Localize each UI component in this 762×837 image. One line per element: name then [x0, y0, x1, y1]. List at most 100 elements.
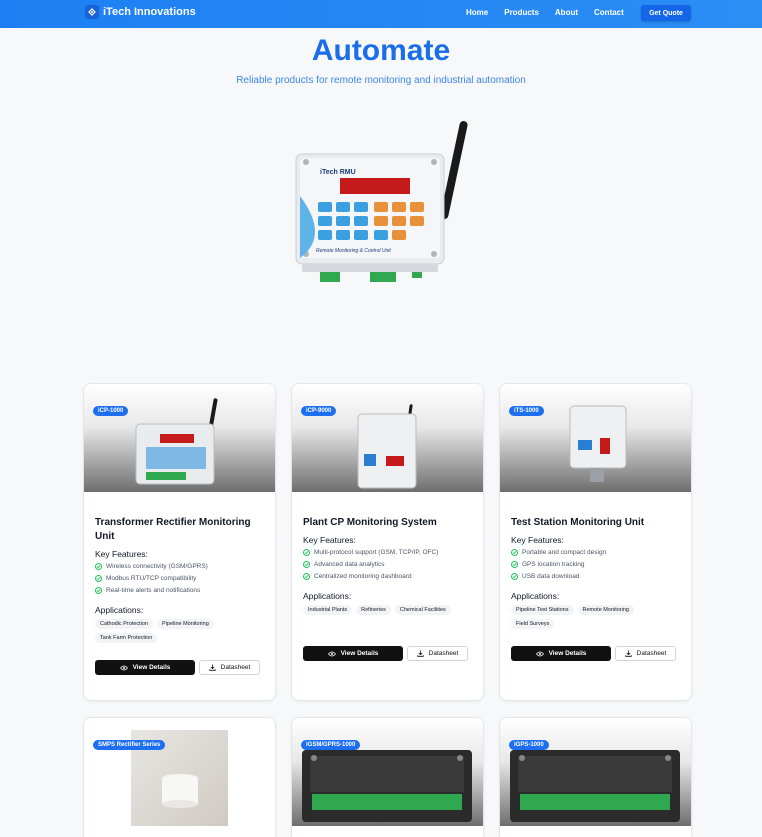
feature-item: Centralized monitoring dashboard: [303, 572, 472, 581]
datasheet-label: Datasheet: [428, 650, 459, 657]
feature-item: GPS location tracking: [511, 560, 680, 569]
product-title: Test Station Monitoring Unit: [511, 517, 645, 528]
download-icon: [416, 650, 424, 657]
product-card: iGSM/GPRS-1000: [291, 717, 484, 837]
application-tag: Remote Monitoring: [577, 605, 634, 615]
application-tags: Pipeline Test Stations Remote Monitoring…: [511, 605, 680, 629]
feature-text: Advanced data analytics: [314, 561, 385, 568]
product-badge: iCP-1000: [93, 406, 129, 416]
download-icon: [208, 664, 216, 671]
feature-item: Modbus RTU/TCP compatibility: [95, 574, 264, 583]
check-circle-icon: [303, 573, 310, 580]
applications-heading: Applications:: [303, 591, 352, 601]
product-image: SMPS Rectifier Series: [84, 718, 275, 826]
feature-text: GPS location tracking: [522, 561, 585, 568]
product-image: iGSM/GPRS-1000: [292, 718, 483, 826]
eye-icon: [327, 651, 336, 656]
check-circle-icon: [303, 549, 310, 556]
top-navbar: iTech Innovations Home Products About Co…: [0, 0, 762, 28]
feature-text: Real-time alerts and notifications: [106, 587, 201, 594]
check-circle-icon: [95, 587, 102, 594]
application-tag: Pipeline Test Stations: [511, 605, 574, 615]
view-details-button[interactable]: View Details: [303, 646, 403, 661]
product-badge: iCP-9000: [301, 406, 337, 416]
feature-text: Wireless connectivity (GSM/GPRS): [106, 563, 208, 570]
nav-link-about[interactable]: About: [555, 8, 578, 17]
application-tag: Chemical Facilities: [394, 605, 451, 615]
feature-item: Multi-protocol support (GSM, TCP/IP, OFC…: [303, 548, 472, 557]
svg-text:iTech RMU: iTech RMU: [320, 169, 356, 176]
product-badge: iGPS-1000: [509, 740, 549, 750]
product-card: iCP-1000 Transformer Rectifier Monitorin…: [83, 383, 276, 701]
product-badge: SMPS Rectifier Series: [93, 740, 166, 750]
card-actions: View Details Datasheet: [511, 646, 680, 661]
datasheet-button[interactable]: Datasheet: [199, 660, 260, 675]
view-details-label: View Details: [548, 650, 587, 657]
nav-link-home[interactable]: Home: [466, 8, 488, 17]
check-circle-icon: [303, 561, 310, 568]
view-details-button[interactable]: View Details: [511, 646, 611, 661]
product-image: iTS-1000: [500, 384, 691, 492]
brand-name: iTech Innovations: [103, 6, 196, 18]
nav-link-products[interactable]: Products: [504, 8, 539, 17]
product-badge: iGSM/GPRS-1000: [301, 740, 361, 750]
check-circle-icon: [511, 549, 518, 556]
datasheet-button[interactable]: Datasheet: [615, 646, 676, 661]
feature-item: Advanced data analytics: [303, 560, 472, 569]
check-circle-icon: [95, 575, 102, 582]
datasheet-label: Datasheet: [220, 664, 251, 671]
application-tag: Refineries: [356, 605, 391, 615]
product-title: Plant CP Monitoring System: [303, 517, 437, 528]
check-circle-icon: [511, 573, 518, 580]
brand[interactable]: iTech Innovations: [85, 5, 196, 19]
check-circle-icon: [511, 561, 518, 568]
eye-icon: [535, 651, 544, 656]
feature-item: Portable and compact design: [511, 548, 680, 557]
features-heading: Key Features:: [511, 535, 564, 545]
features-heading: Key Features:: [303, 535, 356, 545]
feature-text: Portable and compact design: [522, 549, 607, 556]
check-circle-icon: [95, 563, 102, 570]
product-card: iCP-9000 Plant CP Monitoring System Key …: [291, 383, 484, 701]
applications-heading: Applications:: [95, 605, 144, 615]
application-tags: Cathodic Protection Pipeline Monitoring …: [95, 619, 264, 643]
card-actions: View Details Datasheet: [95, 660, 264, 675]
product-title: Transformer Rectifier Monitoring Unit: [95, 517, 251, 542]
nav-links: Home Products About Contact: [466, 8, 624, 17]
nav-link-contact[interactable]: Contact: [594, 8, 624, 17]
view-details-label: View Details: [132, 664, 171, 671]
feature-text: Centralized monitoring dashboard: [314, 573, 412, 580]
product-badge: iTS-1000: [509, 406, 544, 416]
card-actions: View Details Datasheet: [303, 646, 472, 661]
product-card: SMPS Rectifier Series: [83, 717, 276, 837]
datasheet-button[interactable]: Datasheet: [407, 646, 468, 661]
eye-icon: [119, 665, 128, 670]
svg-text:Remote Monitoring & Control Un: Remote Monitoring & Control Unit: [316, 248, 391, 254]
hero-product-image: iTech RMU Remote Monitoring & Control Un…: [290, 116, 476, 296]
hero-subtitle: Reliable products for remote monitoring …: [236, 75, 526, 86]
brand-logo-icon: [85, 5, 99, 19]
get-quote-button[interactable]: Get Quote: [641, 5, 691, 21]
application-tag: Field Surveys: [511, 619, 555, 629]
feature-text: Modbus RTU/TCP compatibility: [106, 575, 197, 582]
applications-heading: Applications:: [511, 591, 560, 601]
feature-item: Wireless connectivity (GSM/GPRS): [95, 562, 264, 571]
product-image: iGPS-1000: [500, 718, 691, 826]
application-tag: Tank Farm Protection: [95, 633, 158, 643]
feature-text: USB data download: [522, 573, 580, 580]
view-details-label: View Details: [340, 650, 379, 657]
datasheet-label: Datasheet: [636, 650, 667, 657]
feature-text: Multi-protocol support (GSM, TCP/IP, OFC…: [314, 549, 439, 556]
view-details-button[interactable]: View Details: [95, 660, 195, 675]
feature-item: USB data download: [511, 572, 680, 581]
application-tag: Industrial Plants: [303, 605, 353, 615]
product-card: iGPS-1000: [499, 717, 692, 837]
hero-title: Automate: [311, 34, 451, 67]
product-card: iTS-1000 Test Station Monitoring Unit Ke…: [499, 383, 692, 701]
application-tag: Cathodic Protection: [95, 619, 153, 629]
application-tag: Pipeline Monitoring: [157, 619, 214, 629]
feature-item: Real-time alerts and notifications: [95, 586, 264, 595]
application-tags: Industrial Plants Refineries Chemical Fa…: [303, 605, 472, 615]
product-image: iCP-9000: [292, 384, 483, 492]
download-icon: [624, 650, 632, 657]
